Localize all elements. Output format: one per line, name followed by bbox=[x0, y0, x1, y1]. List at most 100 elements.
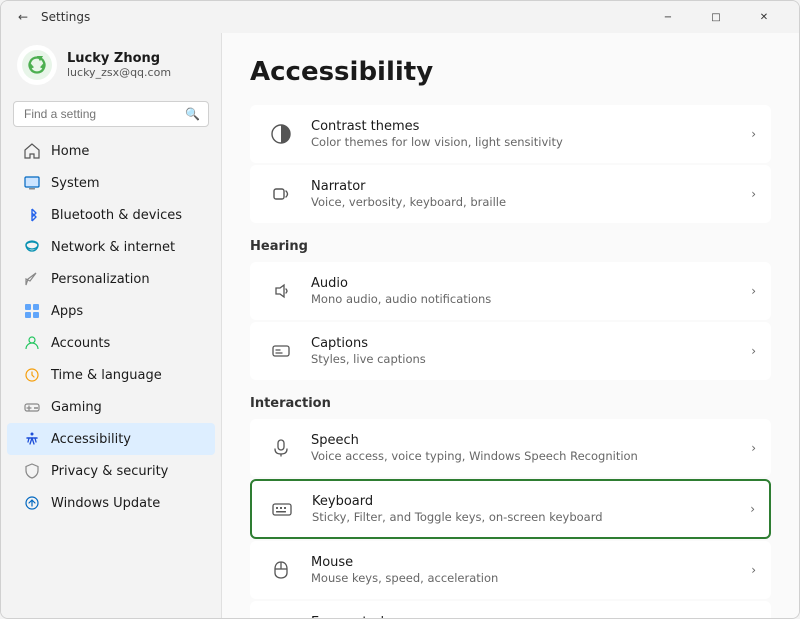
windows-update-icon bbox=[23, 494, 41, 512]
contrast-themes-text: Contrast themes Color themes for low vis… bbox=[311, 119, 737, 149]
chevron-icon: › bbox=[751, 344, 756, 358]
settings-item-audio[interactable]: Audio Mono audio, audio notifications › bbox=[250, 262, 771, 320]
speech-icon bbox=[265, 432, 297, 464]
settings-item-narrator[interactable]: Narrator Voice, verbosity, keyboard, bra… bbox=[250, 165, 771, 223]
chevron-icon: › bbox=[751, 284, 756, 298]
nav-list: Home System bbox=[1, 135, 221, 519]
main-content: Accessibility Contrast themes Color them… bbox=[221, 33, 799, 618]
mouse-desc: Mouse keys, speed, acceleration bbox=[311, 571, 737, 585]
chevron-icon: › bbox=[751, 127, 756, 141]
apps-icon bbox=[23, 302, 41, 320]
profile-info: Lucky Zhong lucky_zsx@qq.com bbox=[67, 51, 171, 79]
sidebar-item-network[interactable]: Network & internet bbox=[7, 231, 215, 263]
sidebar-item-label: Accounts bbox=[51, 336, 110, 351]
content-area: Lucky Zhong lucky_zsx@qq.com 🔍 Home bbox=[1, 33, 799, 618]
captions-text: Captions Styles, live captions bbox=[311, 336, 737, 366]
keyboard-text: Keyboard Sticky, Filter, and Toggle keys… bbox=[312, 494, 736, 524]
interaction-header: Interaction bbox=[250, 396, 771, 411]
mouse-icon bbox=[265, 554, 297, 586]
contrast-icon bbox=[265, 118, 297, 150]
mouse-text: Mouse Mouse keys, speed, acceleration bbox=[311, 555, 737, 585]
eye-control-icon bbox=[265, 614, 297, 618]
settings-item-speech[interactable]: Speech Voice access, voice typing, Windo… bbox=[250, 419, 771, 477]
system-icon bbox=[23, 174, 41, 192]
avatar bbox=[17, 45, 57, 85]
window-title: Settings bbox=[41, 10, 645, 24]
chevron-icon: › bbox=[750, 502, 755, 516]
accessibility-icon bbox=[23, 430, 41, 448]
sidebar-item-label: Time & language bbox=[51, 368, 162, 383]
back-button[interactable]: ← bbox=[13, 7, 33, 27]
sidebar-item-apps[interactable]: Apps bbox=[7, 295, 215, 327]
audio-text: Audio Mono audio, audio notifications bbox=[311, 276, 737, 306]
narrator-text: Narrator Voice, verbosity, keyboard, bra… bbox=[311, 179, 737, 209]
audio-title: Audio bbox=[311, 276, 737, 291]
eye-control-text: Eye control Eye tracker, text-to-speech bbox=[311, 615, 737, 618]
minimize-button[interactable]: − bbox=[645, 1, 691, 33]
gaming-icon bbox=[23, 398, 41, 416]
sidebar-item-privacy[interactable]: Privacy & security bbox=[7, 455, 215, 487]
settings-item-eye-control[interactable]: Eye control Eye tracker, text-to-speech … bbox=[250, 601, 771, 618]
search-input[interactable] bbox=[24, 107, 179, 121]
mouse-title: Mouse bbox=[311, 555, 737, 570]
settings-window: ← Settings − □ ✕ bbox=[0, 0, 800, 619]
sidebar-item-accounts[interactable]: Accounts bbox=[7, 327, 215, 359]
sidebar-item-personalization[interactable]: Personalization bbox=[7, 263, 215, 295]
sidebar-item-label: Privacy & security bbox=[51, 464, 168, 479]
hearing-section: Audio Mono audio, audio notifications › … bbox=[250, 262, 771, 380]
narrator-desc: Voice, verbosity, keyboard, braille bbox=[311, 195, 737, 209]
maximize-button[interactable]: □ bbox=[693, 1, 739, 33]
sidebar-item-home[interactable]: Home bbox=[7, 135, 215, 167]
time-icon bbox=[23, 366, 41, 384]
sidebar-item-label: Personalization bbox=[51, 272, 150, 287]
keyboard-icon bbox=[266, 493, 298, 525]
profile-name: Lucky Zhong bbox=[67, 51, 171, 66]
captions-desc: Styles, live captions bbox=[311, 352, 737, 366]
contrast-themes-desc: Color themes for low vision, light sensi… bbox=[311, 135, 737, 149]
sidebar-item-label: Apps bbox=[51, 304, 83, 319]
eye-control-title: Eye control bbox=[311, 615, 737, 618]
title-bar: ← Settings − □ ✕ bbox=[1, 1, 799, 33]
profile-email: lucky_zsx@qq.com bbox=[67, 66, 171, 79]
sidebar-item-time[interactable]: Time & language bbox=[7, 359, 215, 391]
search-bar[interactable]: 🔍 bbox=[13, 101, 209, 127]
vision-section: Contrast themes Color themes for low vis… bbox=[250, 105, 771, 223]
page-title: Accessibility bbox=[250, 57, 771, 87]
settings-item-captions[interactable]: Captions Styles, live captions › bbox=[250, 322, 771, 380]
sidebar-item-label: Network & internet bbox=[51, 240, 175, 255]
window-controls: − □ ✕ bbox=[645, 1, 787, 33]
bluetooth-icon bbox=[23, 206, 41, 224]
settings-item-mouse[interactable]: Mouse Mouse keys, speed, acceleration › bbox=[250, 541, 771, 599]
hearing-header: Hearing bbox=[250, 239, 771, 254]
interaction-section: Speech Voice access, voice typing, Windo… bbox=[250, 419, 771, 618]
sidebar-item-label: System bbox=[51, 176, 99, 191]
captions-title: Captions bbox=[311, 336, 737, 351]
search-icon: 🔍 bbox=[185, 107, 200, 121]
settings-item-keyboard[interactable]: Keyboard Sticky, Filter, and Toggle keys… bbox=[250, 479, 771, 539]
chevron-icon: › bbox=[751, 187, 756, 201]
narrator-icon bbox=[265, 178, 297, 210]
settings-item-contrast-themes[interactable]: Contrast themes Color themes for low vis… bbox=[250, 105, 771, 163]
speech-text: Speech Voice access, voice typing, Windo… bbox=[311, 433, 737, 463]
audio-icon bbox=[265, 275, 297, 307]
sidebar: Lucky Zhong lucky_zsx@qq.com 🔍 Home bbox=[1, 33, 221, 618]
audio-desc: Mono audio, audio notifications bbox=[311, 292, 737, 306]
chevron-icon: › bbox=[751, 563, 756, 577]
sidebar-item-gaming[interactable]: Gaming bbox=[7, 391, 215, 423]
sidebar-item-label: Gaming bbox=[51, 400, 102, 415]
personalization-icon bbox=[23, 270, 41, 288]
sidebar-item-label: Accessibility bbox=[51, 432, 131, 447]
keyboard-title: Keyboard bbox=[312, 494, 736, 509]
accounts-icon bbox=[23, 334, 41, 352]
sidebar-item-windows-update[interactable]: Windows Update bbox=[7, 487, 215, 519]
sidebar-item-system[interactable]: System bbox=[7, 167, 215, 199]
contrast-themes-title: Contrast themes bbox=[311, 119, 737, 134]
sidebar-item-label: Home bbox=[51, 144, 89, 159]
network-icon bbox=[23, 238, 41, 256]
profile-section: Lucky Zhong lucky_zsx@qq.com bbox=[1, 33, 221, 97]
speech-title: Speech bbox=[311, 433, 737, 448]
sidebar-item-bluetooth[interactable]: Bluetooth & devices bbox=[7, 199, 215, 231]
sidebar-item-accessibility[interactable]: Accessibility bbox=[7, 423, 215, 455]
close-button[interactable]: ✕ bbox=[741, 1, 787, 33]
privacy-icon bbox=[23, 462, 41, 480]
